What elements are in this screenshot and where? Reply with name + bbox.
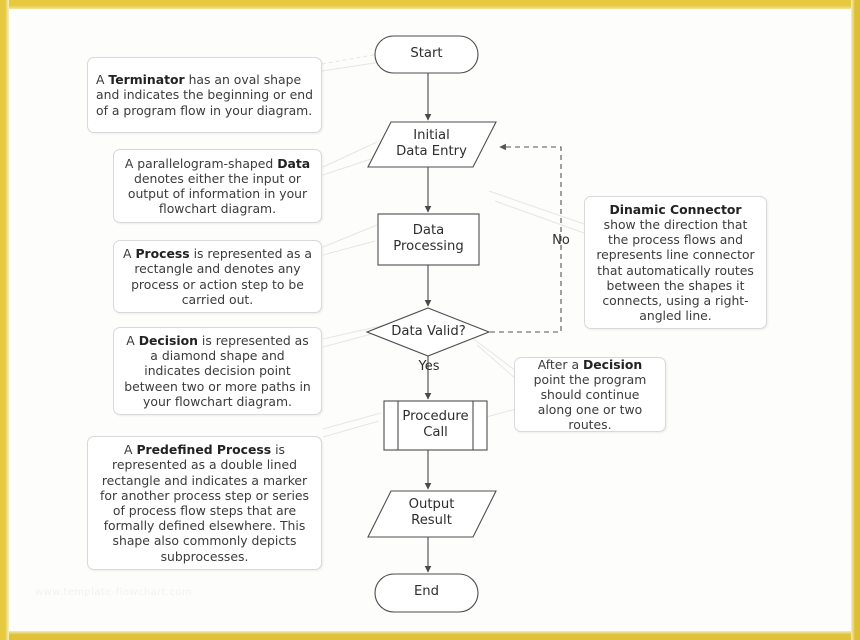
watermark-text: www.template-flowchart.com [35, 587, 193, 598]
callout-terminator-text: A Terminator has an oval shape and indic… [96, 72, 313, 118]
callout-data-text: A parallelogram-shaped Data denotes eith… [124, 155, 311, 217]
frame-border-top [0, 0, 860, 9]
frame-border-bottom [0, 631, 860, 640]
callout-dinamic-connector-text: Dinamic Connector show the direction that… [596, 201, 755, 324]
callout-process: A Process is represented as a rectangle … [113, 240, 322, 313]
shape-initial-data-entry [367, 121, 497, 168]
callout-decision: A Decision is represented as a diamond s… [113, 327, 322, 415]
callout-title: Dinamic Connector [609, 201, 742, 217]
callout-title: Decision [582, 356, 643, 372]
callout-title: Predefined Process [136, 442, 272, 458]
diagram-canvas: Start Initial Data Entry Data Processing… [9, 9, 851, 631]
shape-data-valid [365, 307, 491, 357]
flowchart-page: Start Initial Data Entry Data Processing… [0, 0, 860, 640]
edge-label-no: No [552, 233, 570, 248]
callout-title: Data [277, 155, 311, 171]
callout-title: Process [135, 246, 190, 262]
callout-dinamic-connector: Dinamic Connector show the direction that… [584, 196, 767, 329]
shape-output-result [367, 490, 497, 538]
shape-data-processing [377, 213, 480, 266]
callout-title: Terminator [108, 72, 185, 88]
callout-data: A parallelogram-shaped Data denotes eith… [113, 149, 322, 223]
callout-decision-text: A Decision is represented as a diamond s… [124, 333, 311, 409]
callout-after-decision-text: After a Decision point the program shoul… [533, 356, 647, 433]
shape-start [374, 35, 479, 74]
shape-procedure-call [383, 400, 488, 451]
frame-border-left [0, 0, 9, 640]
frame-border-right [851, 0, 860, 640]
callout-predefined-process: A Predefined Process is represented as a… [87, 436, 322, 570]
edge-label-yes: Yes [418, 359, 440, 374]
callout-predefined-process-text: A Predefined Process is represented as a… [100, 442, 309, 564]
callout-after-decision: After a Decision point the program shoul… [514, 357, 666, 432]
callout-process-text: A Process is represented as a rectangle … [123, 246, 312, 307]
callout-terminator: A Terminator has an oval shape and indic… [87, 57, 322, 133]
callout-title: Decision [138, 333, 198, 348]
shape-end [374, 573, 479, 613]
